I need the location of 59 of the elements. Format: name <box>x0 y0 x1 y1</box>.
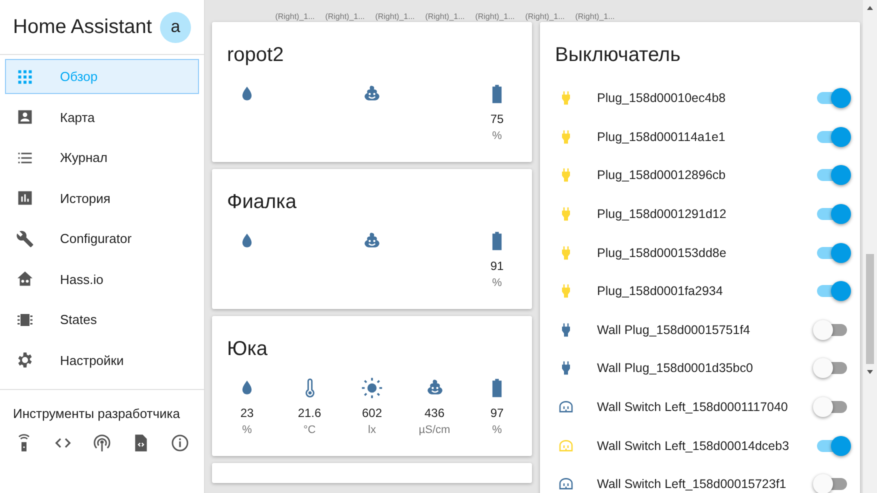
sensor-unit: µS/cm <box>418 423 450 438</box>
app-title: Home Assistant <box>13 16 152 38</box>
sidebar-item[interactable]: Журнал <box>5 140 199 175</box>
card-title: Выключатель <box>554 43 682 68</box>
sensor-unit: °C <box>303 423 316 438</box>
switch-name: Plug_158d0001fa2934 <box>597 284 724 298</box>
sensor-unit: lx <box>368 423 376 438</box>
wall-outlet-icon[interactable] <box>558 399 574 416</box>
switch-name: Wall Plug_158d00015751f4 <box>597 322 752 337</box>
badge-label: (Right)_1... <box>274 12 316 22</box>
wall-outlet-icon[interactable] <box>558 476 574 492</box>
grid-icon <box>16 68 34 86</box>
sensor-unit: % <box>492 276 502 291</box>
sensor-value: 21.6 <box>298 405 322 421</box>
switch-name: Plug_158d000153dd8e <box>597 246 728 260</box>
scrollbar[interactable] <box>863 0 877 493</box>
switch-name: Plug_158d00012896cb <box>597 168 727 182</box>
person-card-icon <box>16 108 34 126</box>
sensor-value: 436 <box>424 405 445 421</box>
card-title: ropot2 <box>226 43 285 68</box>
badge-label: (Right)_1... <box>324 12 366 22</box>
section-title: Инструменты разработчика <box>12 405 181 423</box>
sensor-value: 97 <box>490 405 504 421</box>
badge-label: (Right)_1... <box>474 12 516 22</box>
card-title: Юка <box>226 337 269 362</box>
badge-label: (Right)_1... <box>424 12 466 22</box>
sensor-value: 75 <box>490 111 504 127</box>
sensor-value: 602 <box>362 405 382 421</box>
switch-name: Plug_158d00010ec4b8 <box>597 91 727 106</box>
wrench-icon <box>16 230 34 248</box>
user-avatar[interactable]: a <box>160 12 191 42</box>
sensor-unit: % <box>242 423 252 438</box>
sensor-value: 23 <box>240 405 254 421</box>
switch-name: Wall Switch Left_158d00015723f1 <box>597 477 788 492</box>
sidebar-item[interactable]: Hass.io <box>5 262 199 296</box>
switch-name: Plug_158d000114a1e1 <box>597 130 726 144</box>
switch-name: Wall Plug_158d0001d35bc0 <box>597 361 754 376</box>
sidebar-item[interactable]: States <box>5 302 199 337</box>
switch-name: Plug_158d0001291d12 <box>597 207 728 222</box>
sidebar-item[interactable]: Карта <box>5 100 199 134</box>
card-title: Фиалка <box>226 190 298 215</box>
house-icon <box>16 270 34 288</box>
switch-name: Wall Switch Left_158d00014dceb3 <box>597 438 790 453</box>
badge-label: (Right)_1... <box>524 12 566 22</box>
bar-chart-icon <box>16 189 34 207</box>
scrollbar-thumb[interactable] <box>866 254 874 364</box>
sidebar-item[interactable]: Настройки <box>5 342 199 378</box>
badge-label: (Right)_1... <box>574 12 616 22</box>
badge-label: (Right)_1... <box>374 12 416 22</box>
switch-name: Wall Switch Left_158d0001117040 <box>597 400 789 414</box>
sidebar-item[interactable]: Configurator <box>5 221 199 256</box>
sensor-value: 91 <box>490 258 504 274</box>
settings-icon <box>16 351 34 369</box>
info-icon[interactable] <box>170 433 190 453</box>
sun-icon[interactable] <box>361 377 383 399</box>
sidebar-item[interactable]: История <box>5 180 199 216</box>
sensor-unit: % <box>492 423 502 438</box>
sensor-unit: % <box>492 129 502 144</box>
broadcast-icon[interactable] <box>92 433 112 453</box>
